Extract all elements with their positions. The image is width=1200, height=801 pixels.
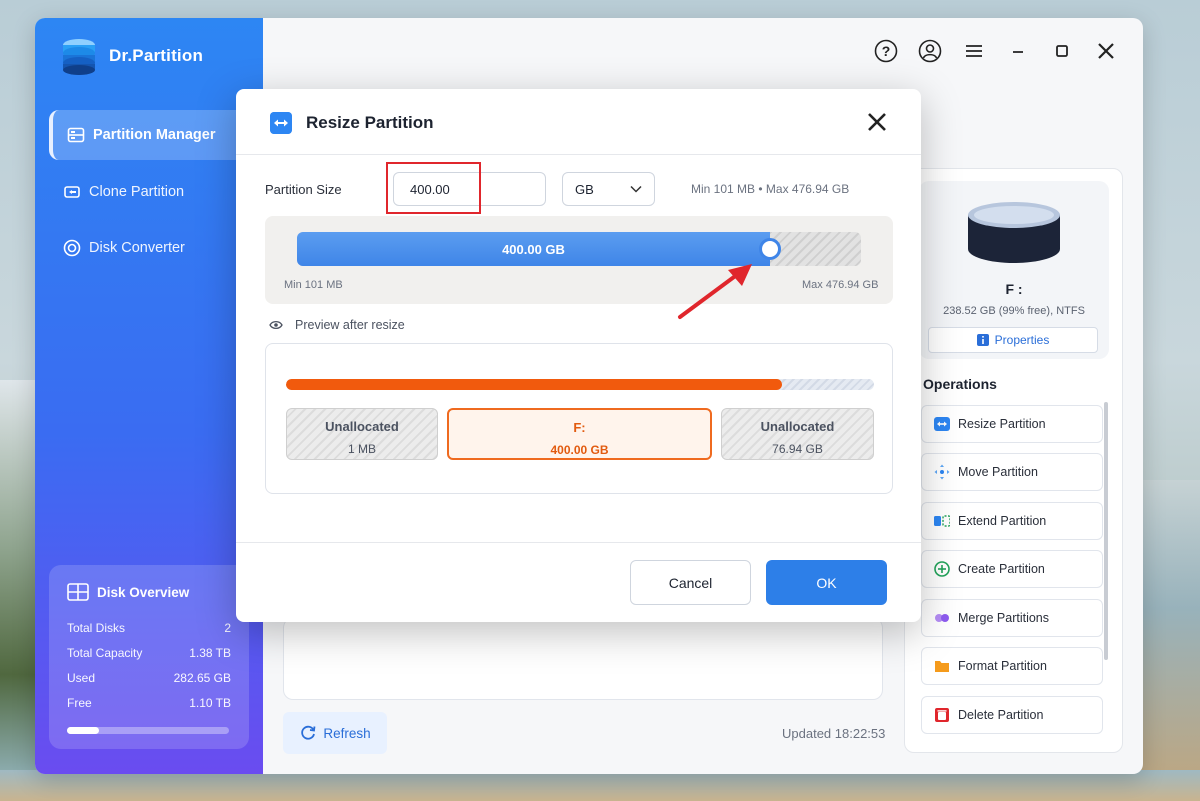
account-button[interactable] xyxy=(917,38,943,64)
dialog-footer-divider xyxy=(236,542,921,543)
maximize-icon xyxy=(1056,45,1068,57)
minimize-button[interactable] xyxy=(1005,38,1031,64)
op-move-partition[interactable]: Move Partition xyxy=(921,453,1103,491)
size-slider-fill: 400.00 GB xyxy=(297,232,770,266)
chevron-down-icon xyxy=(630,185,642,193)
preview-bar xyxy=(286,379,874,390)
disk-overview-icon xyxy=(67,583,89,601)
disk-info: 238.52 GB (99% free), NTFS xyxy=(943,305,1085,317)
disk-card: F : 238.52 GB (99% free), NTFS Propertie… xyxy=(919,181,1109,359)
disk-overview-card: Disk Overview Total Disks 2 Total Capacit… xyxy=(49,565,249,749)
slider-min-label: Min 101 MB xyxy=(284,279,343,291)
ok-button[interactable]: OK xyxy=(766,560,887,605)
usage-bar xyxy=(67,727,229,734)
desktop-background-left xyxy=(0,380,40,801)
properties-button[interactable]: Properties xyxy=(928,327,1098,353)
preview-block-unallocated-after: Unallocated 76.94 GB xyxy=(721,408,874,460)
size-range-text: Min 101 MB • Max 476.94 GB xyxy=(691,182,850,196)
menu-icon xyxy=(966,45,982,57)
eye-icon xyxy=(269,320,283,330)
preview-block-partition: F: 400.00 GB xyxy=(447,408,712,460)
disk-icon xyxy=(968,202,1060,263)
preview-heading: Preview after resize xyxy=(269,318,405,332)
overview-row-total-capacity: Total Capacity 1.38 TB xyxy=(67,645,231,660)
app-logo: Dr.Partition xyxy=(59,36,203,76)
updated-timestamp: Updated 18:22:53 xyxy=(782,726,886,741)
sidebar-item-label: Partition Manager xyxy=(93,127,216,143)
dialog-title: Resize Partition xyxy=(306,113,434,132)
preview-box: Unallocated 1 MB F: 400.00 GB Unallocate… xyxy=(265,343,893,494)
sidebar-item-disk-converter[interactable]: Disk Converter xyxy=(49,223,263,273)
preview-block-unallocated-before: Unallocated 1 MB xyxy=(286,408,438,460)
partition-list-panel xyxy=(283,618,883,700)
resize-icon xyxy=(270,112,292,134)
move-icon xyxy=(934,464,950,480)
close-window-button[interactable] xyxy=(1093,38,1119,64)
op-extend-partition[interactable]: Extend Partition xyxy=(921,502,1103,540)
create-icon xyxy=(934,561,950,577)
desktop-background-bottom xyxy=(0,770,1200,801)
svg-text:?: ? xyxy=(882,43,891,59)
menu-button[interactable] xyxy=(961,38,987,64)
op-resize-partition[interactable]: Resize Partition xyxy=(921,405,1103,443)
merge-icon xyxy=(935,614,949,622)
unit-select-value: GB xyxy=(575,181,594,197)
minimize-icon xyxy=(1013,51,1023,53)
right-panel: F : 238.52 GB (99% free), NTFS Propertie… xyxy=(904,168,1123,753)
op-format-partition[interactable]: Format Partition xyxy=(921,647,1103,685)
app-name: Dr.Partition xyxy=(109,46,204,65)
partition-manager-icon xyxy=(67,127,85,143)
logo-icon xyxy=(63,39,95,75)
op-merge-partitions[interactable]: Merge Partitions xyxy=(921,599,1103,637)
usage-bar-fill xyxy=(67,727,99,734)
desktop-background-right xyxy=(1140,480,1200,801)
overview-row-total-disks: Total Disks 2 xyxy=(67,620,231,635)
operations-title: Operations xyxy=(923,376,997,392)
slider-max-label: Max 476.94 GB xyxy=(802,279,879,291)
annotation-arrow xyxy=(678,264,752,319)
maximize-button[interactable] xyxy=(1049,38,1075,64)
overview-row-free: Free 1.10 TB xyxy=(67,695,231,710)
help-icon: ? xyxy=(874,39,898,63)
op-create-partition[interactable]: Create Partition xyxy=(921,550,1103,588)
slider-value-label: 400.00 GB xyxy=(502,241,565,257)
size-slider-handle[interactable] xyxy=(759,238,781,260)
disk-label: F : xyxy=(1005,281,1023,297)
op-delete-partition[interactable]: Delete Partition xyxy=(921,696,1103,734)
clone-icon xyxy=(64,186,80,198)
cancel-button[interactable]: Cancel xyxy=(630,560,751,605)
info-icon xyxy=(976,334,989,346)
refresh-icon xyxy=(301,725,316,740)
partition-size-label: Partition Size xyxy=(265,182,342,197)
overview-row-used: Used 282.65 GB xyxy=(67,670,231,685)
sidebar-item-partition-manager[interactable]: Partition Manager xyxy=(49,110,263,160)
preview-bar-fill xyxy=(286,379,782,390)
close-icon xyxy=(1098,43,1114,59)
resize-partition-dialog: Resize Partition Partition Size GB Min 1… xyxy=(236,89,921,622)
extend-icon xyxy=(934,515,950,527)
close-dialog-button[interactable] xyxy=(864,109,890,135)
input-highlight-box xyxy=(386,162,481,214)
sidebar-item-label: Disk Converter xyxy=(89,240,185,256)
sidebar-item-clone-partition[interactable]: Clone Partition xyxy=(49,167,263,217)
window-controls: ? xyxy=(873,38,1119,64)
sidebar-item-label: Clone Partition xyxy=(89,184,185,200)
disk-converter-icon xyxy=(63,239,81,257)
size-slider-box: 400.00 GB Min 101 MB Max 476.94 GB xyxy=(265,216,893,304)
account-icon xyxy=(918,39,942,63)
operations-scrollbar[interactable] xyxy=(1104,402,1108,660)
dialog-header: Resize Partition xyxy=(236,89,921,155)
refresh-button[interactable]: Refresh xyxy=(283,712,387,754)
resize-icon xyxy=(934,417,950,431)
disk-overview-title: Disk Overview xyxy=(67,583,231,601)
sidebar: Dr.Partition Partition Manager Clone Par… xyxy=(35,18,263,774)
delete-icon xyxy=(935,708,949,722)
format-icon xyxy=(935,661,949,672)
unit-select[interactable]: GB xyxy=(562,172,655,206)
help-button[interactable]: ? xyxy=(873,38,899,64)
